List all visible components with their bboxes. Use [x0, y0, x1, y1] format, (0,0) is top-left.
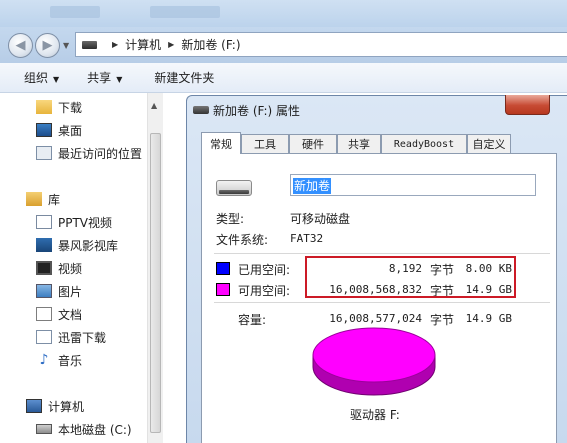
tab-general[interactable]: 常规: [201, 132, 241, 154]
documents-icon: [36, 307, 52, 321]
breadcrumb-drive[interactable]: 新加卷 (F:): [181, 36, 240, 53]
nav-item-local-disk-c[interactable]: 本地磁盘 (C:): [36, 419, 132, 439]
nav-item-pptv[interactable]: PPTV视频: [36, 212, 112, 232]
pie-top: [312, 327, 436, 383]
music-icon: ♪: [39, 352, 49, 368]
address-bar-area: ◀ ▶ ▼ ▶ 计算机 ▶ 新加卷 (F:): [0, 27, 567, 63]
drive-icon: [82, 40, 97, 49]
new-folder-button[interactable]: 新建文件夹: [154, 69, 214, 86]
navigation-pane: 下载 桌面 最近访问的位置 库 PPTV视频 暴风影视库 视频 图片 文档 迅雷…: [0, 93, 163, 443]
dialog-title: 新加卷 (F:) 属性: [193, 101, 300, 119]
nav-item-recent-places[interactable]: 最近访问的位置: [36, 143, 142, 163]
type-label: 类型:: [216, 212, 245, 226]
forward-arrow-icon: ▶: [42, 38, 53, 53]
divider: [214, 253, 550, 254]
disk-usage-pie: [312, 327, 436, 396]
video-icon: [36, 261, 52, 275]
used-space-swatch: [216, 262, 230, 275]
command-toolbar: 组织 ▼ 共享 ▼ 新建文件夹: [0, 63, 567, 93]
organize-button[interactable]: 组织 ▼: [24, 69, 59, 86]
capacity-label: 容量:: [238, 313, 267, 327]
nav-item-storm-library[interactable]: 暴风影视库: [36, 235, 118, 255]
free-space-label: 可用空间:: [238, 284, 291, 298]
drive-letter-label: 驱动器 F:: [350, 408, 400, 422]
nav-scrollbar[interactable]: ▲: [147, 93, 163, 443]
xunlei-icon: [36, 330, 52, 344]
tab-sharing[interactable]: 共享: [337, 134, 381, 153]
tab-readyboost[interactable]: ReadyBoost: [381, 134, 467, 153]
breadcrumb-separator-icon[interactable]: ▶: [112, 40, 118, 49]
nav-item-downloads[interactable]: 下载: [36, 97, 82, 117]
type-value: 可移动磁盘: [290, 212, 351, 226]
caret-down-icon: ▼: [53, 75, 60, 84]
divider: [214, 302, 550, 303]
nav-item-libraries[interactable]: 库: [26, 189, 60, 209]
file-system-label: 文件系统:: [216, 233, 269, 247]
capacity-bytes: 16,008,577,024: [329, 312, 422, 325]
nav-item-computer[interactable]: 计算机: [26, 396, 84, 416]
blurred-title-area: [150, 6, 220, 18]
desktop-icon: [36, 123, 52, 137]
general-tab-panel: 新加卷 类型: 可移动磁盘 文件系统: FAT32 已用空间: 8,192 字节…: [201, 153, 557, 443]
breadcrumb-computer[interactable]: 计算机: [125, 36, 161, 53]
scroll-up-icon[interactable]: ▲: [151, 101, 157, 110]
back-button[interactable]: ◀: [8, 33, 33, 58]
nav-item-video[interactable]: 视频: [36, 258, 82, 278]
nav-item-documents[interactable]: 文档: [36, 304, 82, 324]
volume-name-input[interactable]: 新加卷: [290, 174, 536, 196]
recent-pages-dropdown-icon[interactable]: ▼: [63, 41, 69, 50]
removable-drive-icon: [216, 180, 252, 196]
address-bar[interactable]: ▶ 计算机 ▶ 新加卷 (F:): [75, 32, 567, 57]
drive-icon: [193, 106, 209, 114]
close-button[interactable]: [505, 95, 550, 115]
tab-hardware[interactable]: 硬件: [289, 134, 337, 153]
storm-library-icon: [36, 238, 52, 252]
hard-disk-icon: [36, 424, 52, 434]
free-space-swatch: [216, 283, 230, 296]
share-button[interactable]: 共享 ▼: [87, 69, 122, 86]
capacity-size: 14.9 GB: [465, 312, 512, 325]
tab-tools[interactable]: 工具: [241, 134, 289, 153]
file-system-value: FAT32: [290, 232, 324, 245]
scrollbar-thumb[interactable]: [150, 133, 161, 433]
breadcrumb-separator-icon[interactable]: ▶: [168, 40, 174, 49]
pictures-icon: [36, 284, 52, 298]
recent-places-icon: [36, 146, 52, 160]
nav-item-xunlei[interactable]: 迅雷下载: [36, 327, 106, 347]
computer-icon: [26, 399, 42, 413]
highlight-box: [305, 256, 516, 298]
caret-down-icon: ▼: [116, 75, 123, 84]
used-space-label: 已用空间:: [238, 263, 291, 277]
library-icon: [26, 192, 42, 206]
window-titlebar: [0, 0, 567, 27]
nav-item-music[interactable]: ♪ 音乐: [36, 350, 82, 370]
blurred-title-area: [50, 6, 100, 18]
forward-button[interactable]: ▶: [35, 33, 60, 58]
properties-dialog: 新加卷 (F:) 属性 常规 工具 硬件 共享 ReadyBoost 自定义 新…: [186, 95, 567, 443]
pptv-icon: [36, 215, 52, 229]
back-arrow-icon: ◀: [15, 38, 26, 53]
tab-customize[interactable]: 自定义: [467, 134, 511, 153]
nav-item-pictures[interactable]: 图片: [36, 281, 82, 301]
nav-item-desktop[interactable]: 桌面: [36, 120, 82, 140]
download-folder-icon: [36, 100, 52, 114]
